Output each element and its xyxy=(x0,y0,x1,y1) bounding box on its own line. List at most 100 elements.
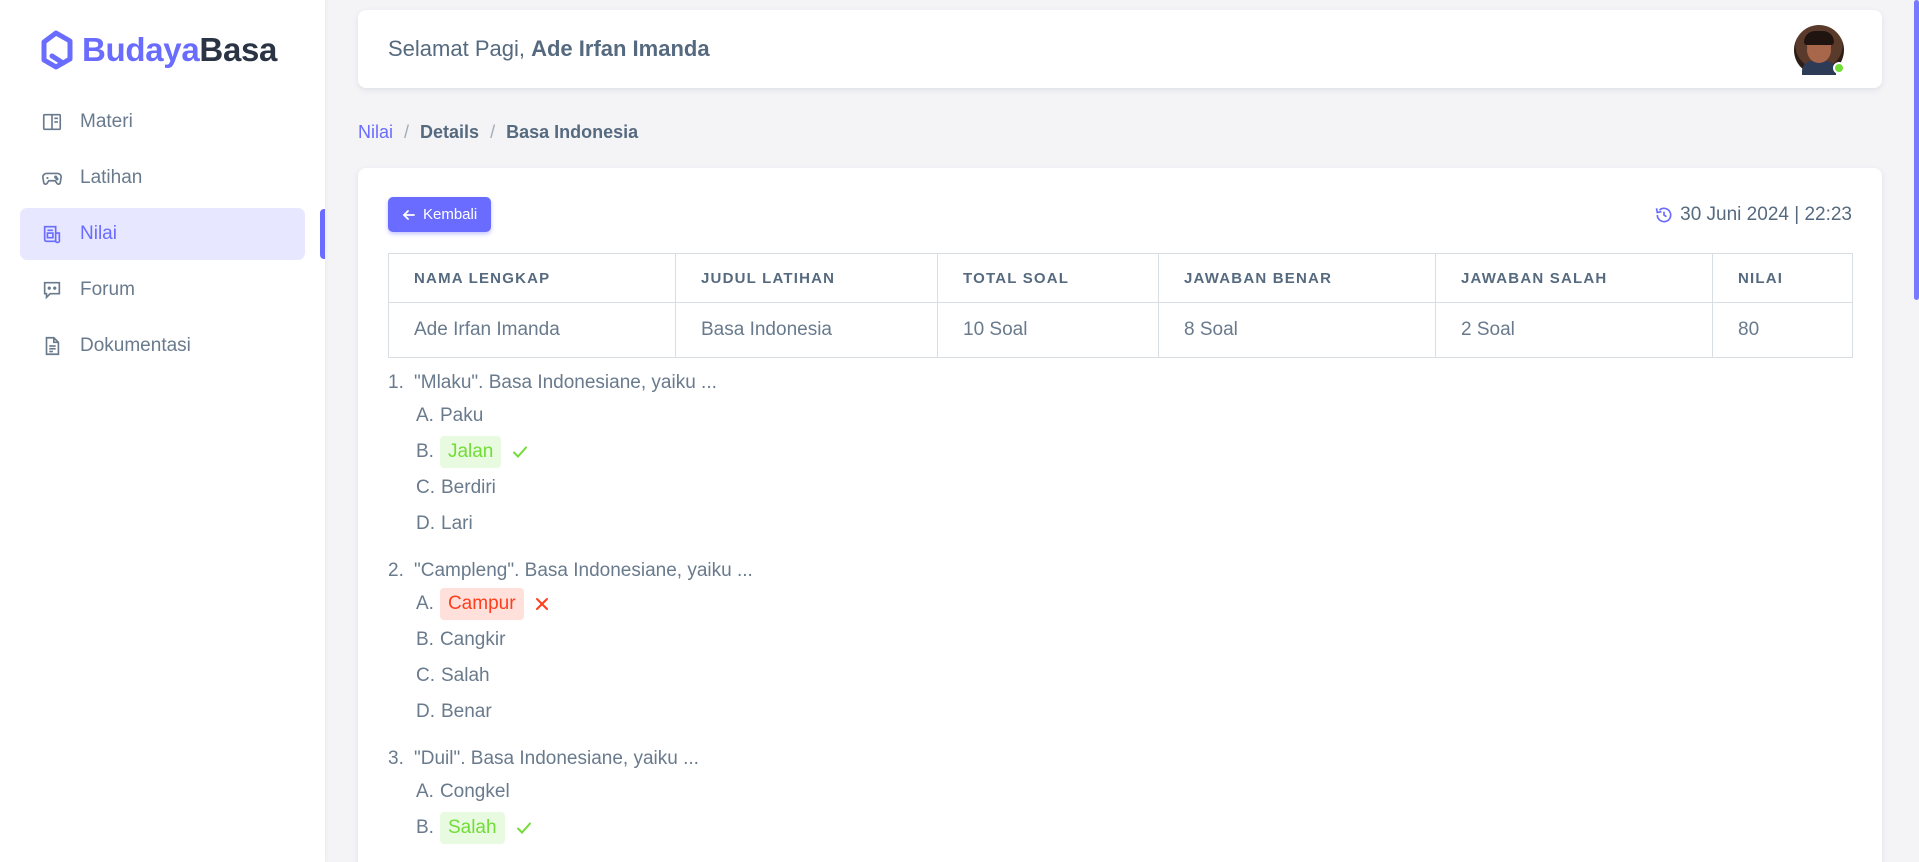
option-letter: A. xyxy=(416,405,434,426)
answer-option: D. Lari xyxy=(416,506,1848,542)
sidebar-item-materi[interactable]: Materi xyxy=(20,96,305,148)
report-icon xyxy=(40,222,64,246)
breadcrumb-separator: / xyxy=(490,122,496,142)
sidebar-item-label: Latihan xyxy=(80,167,143,188)
check-icon xyxy=(511,443,529,461)
sidebar: BudayaBasa Materi Latihan Nilai Forum Do… xyxy=(0,0,325,862)
question-text: "Campleng". Basa Indonesiane, yaiku ... xyxy=(414,560,753,581)
book-open-icon xyxy=(40,110,64,134)
logo-icon xyxy=(41,30,73,70)
arrow-left-icon xyxy=(402,208,416,222)
back-button[interactable]: Kembali xyxy=(388,197,492,232)
avatar-shirt xyxy=(1802,61,1836,75)
table-header: Total Soal xyxy=(937,253,1159,303)
sidebar-item-label: Materi xyxy=(80,111,133,132)
table-cell: 10 Soal xyxy=(937,302,1159,358)
option-text: Paku xyxy=(439,405,484,426)
sidebar-item-latihan[interactable]: Latihan xyxy=(20,152,305,204)
table-cell: 8 Soal xyxy=(1158,302,1436,358)
table-cell: Basa Indonesia xyxy=(675,302,938,358)
option-text: Lari xyxy=(441,513,473,534)
option-letter: C. xyxy=(416,477,435,498)
sidebar-menu: Materi Latihan Nilai Forum Dokumentasi xyxy=(20,96,305,376)
table-cell: 2 Soal xyxy=(1435,302,1713,358)
result-table: Nama Lengkap Judul Latihan Total Soal Ja… xyxy=(388,253,1853,358)
sidebar-item-label: Nilai xyxy=(80,223,117,244)
gamepad-icon xyxy=(40,166,64,190)
top-navbar: Selamat Pagi, Ade Irfan Imanda xyxy=(358,10,1882,88)
result-card: Kembali 30 Juni 2024 | 22:23 Nama Lengka… xyxy=(358,168,1882,862)
document-icon xyxy=(40,334,64,358)
table-cell: 80 xyxy=(1712,302,1853,358)
answer-option-correct: B. Salah xyxy=(416,810,1848,846)
page-scrollbar[interactable] xyxy=(1914,0,1919,300)
sidebar-item-forum[interactable]: Forum xyxy=(20,264,305,316)
sidebar-item-nilai[interactable]: Nilai xyxy=(20,208,305,260)
avatar-hair xyxy=(1804,31,1834,45)
answer-option: A. Paku xyxy=(416,398,1848,434)
option-letter: B. xyxy=(416,629,434,650)
table-header: Jawaban Salah xyxy=(1435,253,1713,303)
question-item: 2. "Campleng". Basa Indonesiane, yaiku .… xyxy=(388,556,1848,730)
online-status-dot xyxy=(1833,62,1845,74)
chat-icon xyxy=(40,278,64,302)
question-text: "Duil". Basa Indonesiane, yaiku ... xyxy=(414,748,699,769)
option-text: Congkel xyxy=(439,781,510,802)
option-text: Campur xyxy=(439,588,524,620)
back-button-label: Kembali xyxy=(423,206,478,223)
greeting-text: Selamat Pagi, Ade Irfan Imanda xyxy=(388,36,710,61)
brand-logo[interactable]: BudayaBasa xyxy=(38,28,277,72)
answer-option: D. Benar xyxy=(416,694,1848,730)
table-header-row: Nama Lengkap Judul Latihan Total Soal Ja… xyxy=(388,253,1853,303)
option-text: Salah xyxy=(439,812,505,844)
question-number: 3. xyxy=(388,748,404,769)
breadcrumb-nilai[interactable]: Nilai xyxy=(358,122,393,143)
datetime-text: 30 Juni 2024 | 22:23 xyxy=(1680,204,1852,225)
answer-option-correct: B. Jalan xyxy=(416,434,1848,470)
breadcrumb-separator: / xyxy=(404,122,410,142)
option-text: Berdiri xyxy=(441,477,496,498)
option-text: Jalan xyxy=(439,436,502,468)
history-icon xyxy=(1655,207,1672,223)
option-letter: D. xyxy=(416,513,435,534)
option-text: Benar xyxy=(441,701,492,722)
sidebar-item-dokumentasi[interactable]: Dokumentasi xyxy=(20,320,305,372)
question-text: "Mlaku". Basa Indonesiane, yaiku ... xyxy=(414,372,717,393)
option-letter: B. xyxy=(416,817,434,838)
question-title: 2. "Campleng". Basa Indonesiane, yaiku .… xyxy=(388,556,1848,586)
option-text: Salah xyxy=(441,665,490,686)
breadcrumb: Nilai / Details / Basa Indonesia xyxy=(358,122,638,143)
avatar[interactable] xyxy=(1794,25,1845,75)
breadcrumb-current: Basa Indonesia xyxy=(506,122,639,142)
answer-option: A. Congkel xyxy=(416,774,1848,810)
option-letter: C. xyxy=(416,665,435,686)
table-header: Judul Latihan xyxy=(675,253,938,303)
table-header: Jawaban Benar xyxy=(1158,253,1436,303)
answer-option: C. Berdiri xyxy=(416,470,1848,506)
active-indicator xyxy=(320,209,325,259)
answer-option: C. Salah xyxy=(416,658,1848,694)
submission-datetime: 30 Juni 2024 | 22:23 xyxy=(1654,204,1852,226)
question-item: 3. "Duil". Basa Indonesiane, yaiku ... A… xyxy=(388,744,1848,846)
answer-option-wrong: A. Campur xyxy=(416,586,1848,622)
question-title: 3. "Duil". Basa Indonesiane, yaiku ... xyxy=(388,744,1848,774)
check-icon xyxy=(515,819,533,837)
answer-option: B. Cangkir xyxy=(416,622,1848,658)
question-number: 1. xyxy=(388,372,404,393)
sidebar-item-label: Forum xyxy=(80,279,135,300)
option-letter: A. xyxy=(416,593,434,614)
question-title: 1. "Mlaku". Basa Indonesiane, yaiku ... xyxy=(388,368,1848,398)
brand-name: BudayaBasa xyxy=(82,31,278,68)
table-cell: Ade Irfan Imanda xyxy=(388,302,676,358)
close-icon xyxy=(534,596,550,612)
user-name: Ade Irfan Imanda xyxy=(531,36,710,61)
question-list: 1. "Mlaku". Basa Indonesiane, yaiku ... … xyxy=(388,368,1848,860)
option-letter: B. xyxy=(416,441,434,462)
option-letter: D. xyxy=(416,701,435,722)
option-letter: A. xyxy=(416,781,434,802)
sidebar-item-label: Dokumentasi xyxy=(80,335,191,356)
table-row: Ade Irfan Imanda Basa Indonesia 10 Soal … xyxy=(388,302,1853,358)
breadcrumb-details: Details xyxy=(420,122,480,142)
table-header: Nama Lengkap xyxy=(388,253,676,303)
question-number: 2. xyxy=(388,560,404,581)
